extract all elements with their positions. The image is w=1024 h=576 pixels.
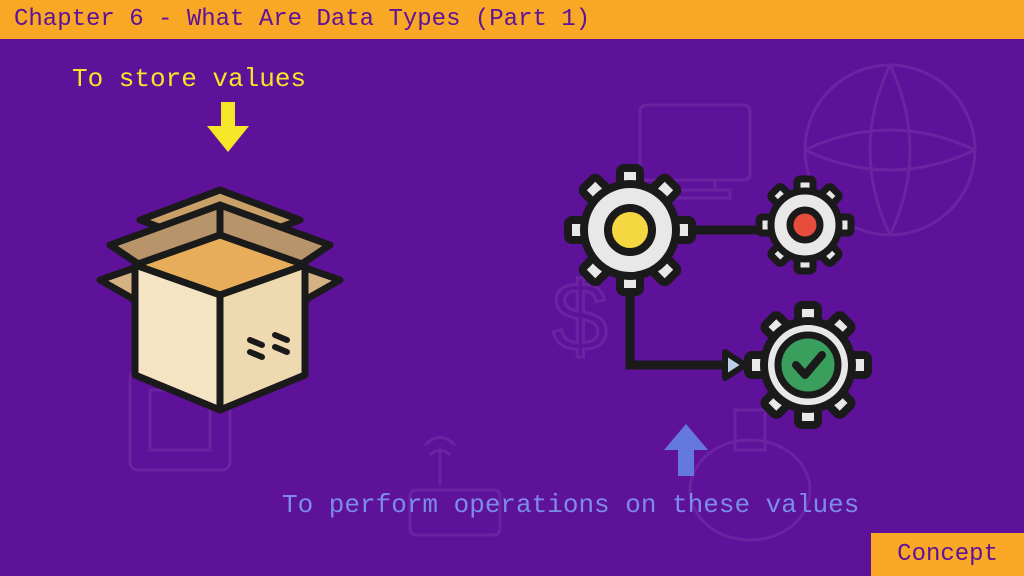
concept-badge: Concept (871, 533, 1024, 576)
arrow-down-yellow-icon (203, 100, 253, 155)
label-perform-operations: To perform operations on these values (282, 490, 859, 520)
gears-icon (550, 160, 930, 440)
label-store-values: To store values (72, 64, 306, 94)
page-title: Chapter 6 - What Are Data Types (Part 1) (0, 0, 1024, 39)
arrow-up-blue-icon (658, 420, 714, 480)
open-box-icon (80, 150, 360, 430)
